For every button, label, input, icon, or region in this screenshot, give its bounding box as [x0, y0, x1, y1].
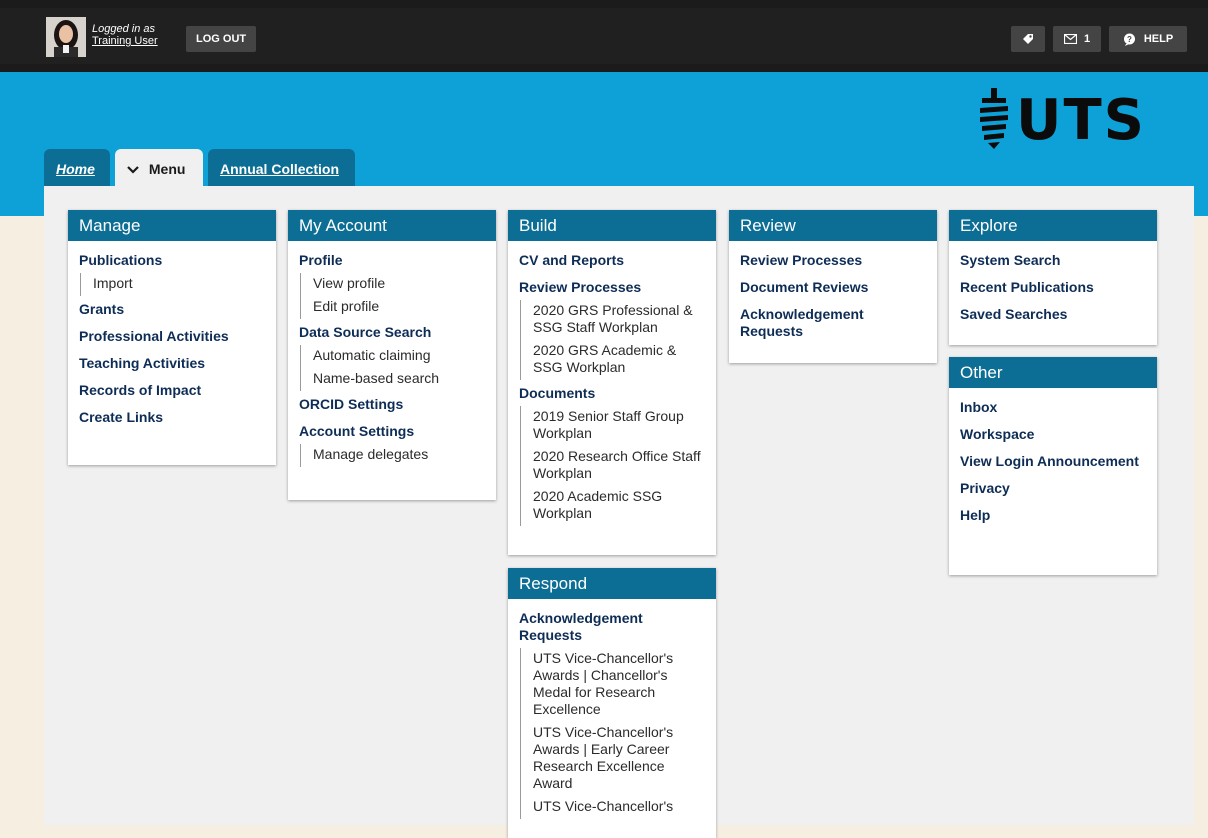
menu-item-data-source-search[interactable]: Data Source Search [299, 324, 486, 341]
menu-item-publications[interactable]: Publications [79, 252, 266, 269]
menu-item-research-office-workplan[interactable]: 2020 Research Office Staff Workplan [520, 446, 706, 486]
tab-menu-label: Menu [148, 161, 186, 177]
explore-title: Explore [949, 210, 1157, 241]
logged-in-label: Logged in as [92, 23, 155, 35]
menu-item-view-profile[interactable]: View profile [300, 273, 486, 296]
menu-item-acknowledgement-requests-2[interactable]: Acknowledgement Requests [740, 306, 927, 340]
menu-item-professional-activities[interactable]: Professional Activities [79, 328, 266, 345]
menu-item-grs-academic-workplan[interactable]: 2020 GRS Academic & SSG Workplan [520, 340, 706, 380]
tab-home[interactable]: Home [44, 149, 110, 187]
menu-item-academic-ssg-workplan[interactable]: 2020 Academic SSG Workplan [520, 486, 706, 526]
menu-item-document-reviews[interactable]: Document Reviews [740, 279, 927, 296]
respond-card: Respond Acknowledgement Requests UTS Vic… [508, 568, 716, 838]
menu-item-profile[interactable]: Profile [299, 252, 486, 269]
my-account-title: My Account [288, 210, 496, 241]
envelope-icon [1063, 33, 1078, 45]
messages-button[interactable]: 1 [1053, 26, 1101, 52]
manage-title: Manage [68, 210, 276, 241]
menu-item-orcid-settings[interactable]: ORCID Settings [299, 396, 486, 413]
review-title: Review [729, 210, 937, 241]
menu-item-cv-and-reports[interactable]: CV and Reports [519, 252, 706, 269]
menu-item-documents[interactable]: Documents [519, 385, 706, 402]
menu-item-manage-delegates[interactable]: Manage delegates [300, 444, 486, 467]
logout-button[interactable]: LOG OUT [186, 26, 257, 52]
build-title: Build [508, 210, 716, 241]
menu-item-edit-profile[interactable]: Edit profile [300, 296, 486, 319]
tag-icon [1023, 34, 1033, 45]
manage-card: Manage Publications Import Grants Profes… [68, 210, 276, 465]
menu-item-vc-awards[interactable]: UTS Vice-Chancellor's [520, 796, 706, 819]
other-title: Other [949, 357, 1157, 388]
svg-text:?: ? [1127, 35, 1132, 44]
chevron-down-icon [127, 166, 139, 174]
tag-button[interactable] [1011, 26, 1045, 52]
menu-item-saved-searches[interactable]: Saved Searches [960, 306, 1147, 323]
tab-annual-collection[interactable]: Annual Collection [208, 149, 355, 187]
menu-item-grs-professional-workplan[interactable]: 2020 GRS Professional & SSG Staff Workpl… [520, 300, 706, 340]
menu-item-privacy[interactable]: Privacy [960, 480, 1147, 497]
my-account-card: My Account Profile View profile Edit pro… [288, 210, 496, 500]
menu-item-help[interactable]: Help [960, 507, 1147, 524]
menu-item-recent-publications[interactable]: Recent Publications [960, 279, 1147, 296]
menu-item-account-settings[interactable]: Account Settings [299, 423, 486, 440]
menu-item-teaching-activities[interactable]: Teaching Activities [79, 355, 266, 372]
menu-item-early-career-award[interactable]: UTS Vice-Chancellor's Awards | Early Car… [520, 722, 706, 796]
menu-item-view-login-announcement[interactable]: View Login Announcement [960, 453, 1147, 470]
menu-item-automatic-claiming[interactable]: Automatic claiming [300, 345, 486, 368]
menu-item-import[interactable]: Import [80, 273, 266, 296]
menu-item-inbox[interactable]: Inbox [960, 399, 1147, 416]
review-card: Review Review Processes Document Reviews… [729, 210, 937, 363]
help-icon: ? [1123, 33, 1135, 46]
avatar [46, 17, 86, 57]
help-button[interactable]: ? HELP [1109, 26, 1187, 52]
menu-item-system-search[interactable]: System Search [960, 252, 1147, 269]
menu-item-create-links[interactable]: Create Links [79, 409, 266, 426]
logo-text: UTS [1016, 88, 1147, 153]
uts-emblem-icon [980, 88, 1008, 149]
menu-item-grants[interactable]: Grants [79, 301, 266, 318]
explore-card: Explore System Search Recent Publication… [949, 210, 1157, 345]
uts-logo: UTS [974, 86, 1154, 153]
user-name-link[interactable]: Training User [92, 35, 158, 47]
menu-item-review-processes-2[interactable]: Review Processes [740, 252, 927, 269]
respond-title: Respond [508, 568, 716, 599]
tab-menu[interactable]: Menu [115, 149, 203, 187]
help-label: HELP [1143, 33, 1174, 45]
menu-panel: Manage Publications Import Grants Profes… [44, 186, 1194, 838]
menu-item-review-processes[interactable]: Review Processes [519, 279, 706, 296]
top-bar: Logged in as Training User LOG OUT 1 ? H… [0, 0, 1208, 72]
build-card: Build CV and Reports Review Processes 20… [508, 210, 716, 555]
message-count: 1 [1083, 33, 1091, 45]
menu-item-acknowledgement-requests[interactable]: Acknowledgement Requests [519, 610, 706, 644]
menu-item-name-based-search[interactable]: Name-based search [300, 368, 486, 391]
menu-item-chancellors-medal[interactable]: UTS Vice-Chancellor's Awards | Chancello… [520, 648, 706, 722]
menu-item-workspace[interactable]: Workspace [960, 426, 1147, 443]
login-info: Logged in as Training User [92, 23, 158, 47]
menu-item-records-of-impact[interactable]: Records of Impact [79, 382, 266, 399]
menu-item-senior-staff-workplan[interactable]: 2019 Senior Staff Group Workplan [520, 406, 706, 446]
other-card: Other Inbox Workspace View Login Announc… [949, 357, 1157, 575]
